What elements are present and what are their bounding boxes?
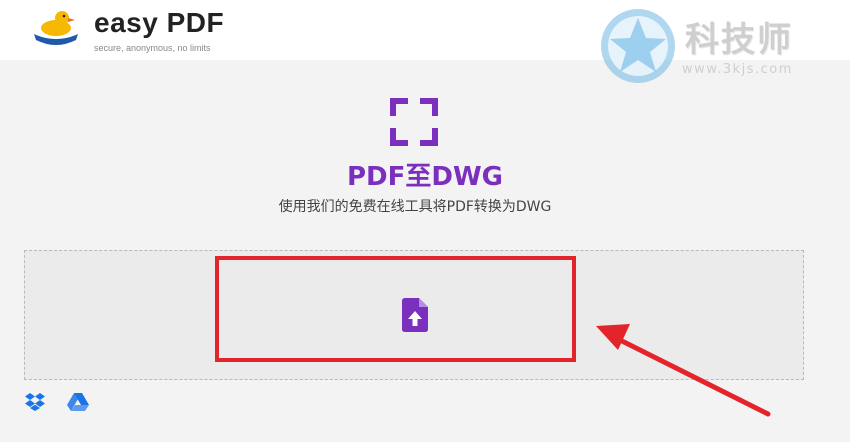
page-title: PDF至DWG	[346, 162, 503, 192]
star-watermark-icon	[598, 6, 678, 91]
highlight-annotation-box	[215, 256, 576, 362]
watermark-url: www.3kjs.com	[682, 62, 793, 77]
brand-name[interactable]: easy PDF	[94, 7, 224, 39]
brand-tagline: secure, anonymous, no limits	[94, 43, 211, 53]
watermark-text: 科技师	[685, 20, 793, 60]
duck-logo-icon[interactable]	[32, 6, 80, 51]
page-subtitle: 使用我们的免费在线工具将PDF转换为DWG	[278, 199, 552, 215]
annotation-arrow-icon	[590, 318, 780, 433]
dropbox-icon[interactable]	[24, 392, 46, 417]
expand-corners-icon	[389, 97, 439, 152]
file-upload-icon[interactable]	[402, 298, 428, 337]
google-drive-icon[interactable]	[66, 392, 90, 417]
